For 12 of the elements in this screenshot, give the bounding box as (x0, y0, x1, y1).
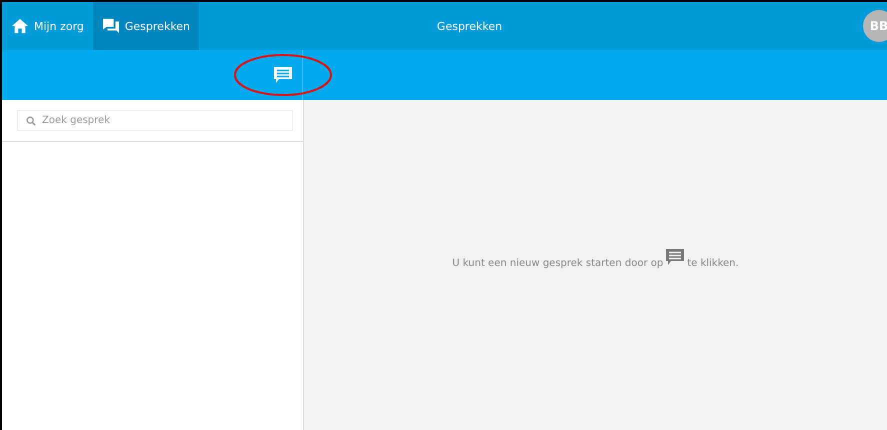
empty-message: U kunt een nieuw gesprek starten door op (452, 258, 664, 269)
search-icon (26, 116, 36, 126)
nav-tab[interactable]: Mijn zorg (2, 2, 93, 50)
search-field[interactable]: Zoek gesprek (17, 110, 293, 131)
chat-bubbles-icon (102, 18, 120, 34)
new-message-icon[interactable] (274, 67, 292, 83)
nav-tab[interactable]: Gesprekken (92, 2, 200, 50)
avatar[interactable]: BB (863, 10, 887, 42)
page-title: Gesprekken (436, 20, 502, 32)
message-icon (666, 249, 684, 265)
empty-message: te klikken. (687, 258, 739, 269)
home-icon (11, 18, 29, 34)
